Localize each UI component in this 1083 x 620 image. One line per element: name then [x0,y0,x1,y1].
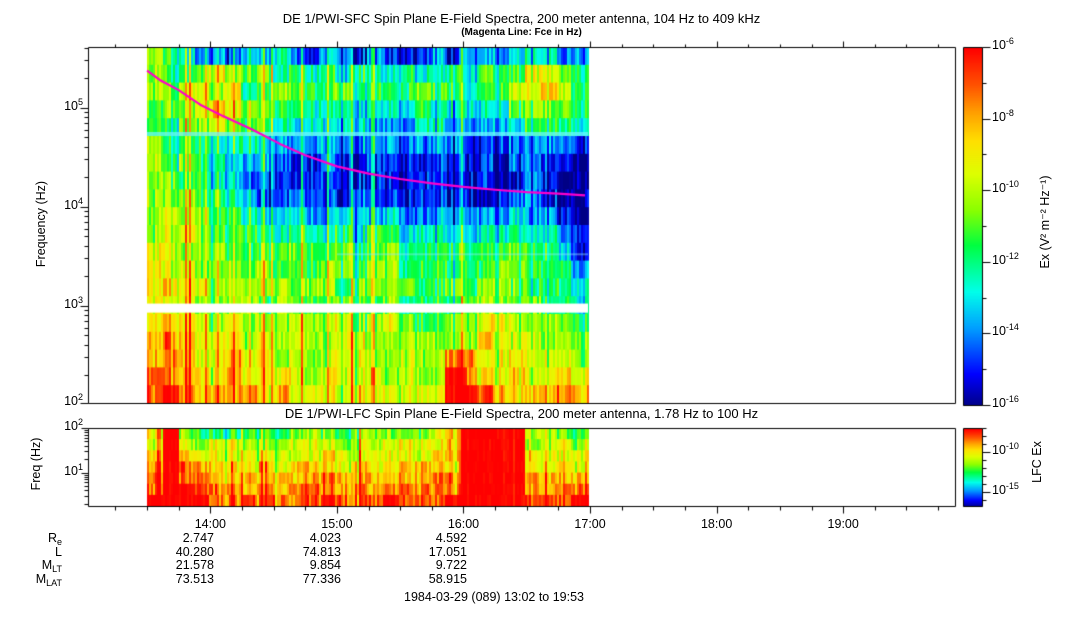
sfc-colorbar-tick-label: 10-8 [992,107,1014,124]
sfc-colorbar-label: Ex (V² m⁻² Hz⁻¹) [1038,175,1052,269]
sfc-subtitle: (Magenta Line: Fce in Hz) [461,27,582,38]
sfc-colorbar-tick-label: 10-16 [992,394,1019,410]
sfc-colorbar-tick-label: 10-10 [992,179,1019,196]
ephemeris-value: 4.592 [435,531,467,545]
spectrogram-canvas [0,0,1083,620]
ephemeris-value: 4.023 [309,531,341,545]
sfc-y-tick-label: 102 [64,392,83,408]
sfc-title: DE 1/PWI-SFC Spin Plane E-Field Spectra,… [282,11,761,26]
sfc-y-tick-label: 104 [64,195,83,212]
footer-time-range: 1984-03-29 (089) 13:02 to 19:53 [404,590,584,604]
ephemeris-value: 2.747 [182,531,214,545]
ephemeris-value: 17.051 [428,545,467,559]
sfc-colorbar-tick-label: 10-6 [992,36,1014,52]
x-tick-label: 18:00 [700,517,733,531]
ephemeris-row-label-mlt: MLT [41,558,62,574]
sfc-y-tick-label: 105 [64,96,83,113]
x-tick-label: 16:00 [447,517,480,531]
x-tick-label: 15:00 [321,517,353,531]
sfc-colorbar-tick-label: 10-14 [992,322,1019,339]
sfc-colorbar-tick-label: 10-12 [992,250,1019,267]
lfc-y-tick-label: 101 [64,461,83,478]
lfc-colorbar-label: LFC Ex [1030,441,1044,483]
sfc-y-tick-label: 103 [64,294,83,311]
x-tick-label: 17:00 [574,517,606,531]
figure: DE 1/PWI-SFC Spin Plane E-Field Spectra,… [0,0,1083,620]
lfc-colorbar-tick-label: 10-15 [992,481,1019,497]
ephemeris-value: 74.813 [302,545,341,559]
ephemeris-row-label-re: Re [47,531,62,547]
ephemeris-value: 9.854 [309,558,341,572]
ephemeris-value: 9.722 [435,558,467,572]
ephemeris-value: 77.336 [302,572,341,586]
x-tick-label: 19:00 [827,517,859,531]
ephemeris-value: 58.915 [428,572,467,586]
ephemeris-row-label-mlat: MLAT [35,572,62,588]
lfc-colorbar-tick-label: 10-10 [992,441,1019,457]
x-tick-label: 14:00 [194,517,226,531]
lfc-title: DE 1/PWI-LFC Spin Plane E-Field Spectra,… [284,406,759,421]
ephemeris-value: 21.578 [175,558,214,572]
ephemeris-value: 40.280 [175,545,214,559]
ephemeris-value: 73.513 [175,572,214,586]
lfc-y-tick-label: 102 [64,417,83,433]
